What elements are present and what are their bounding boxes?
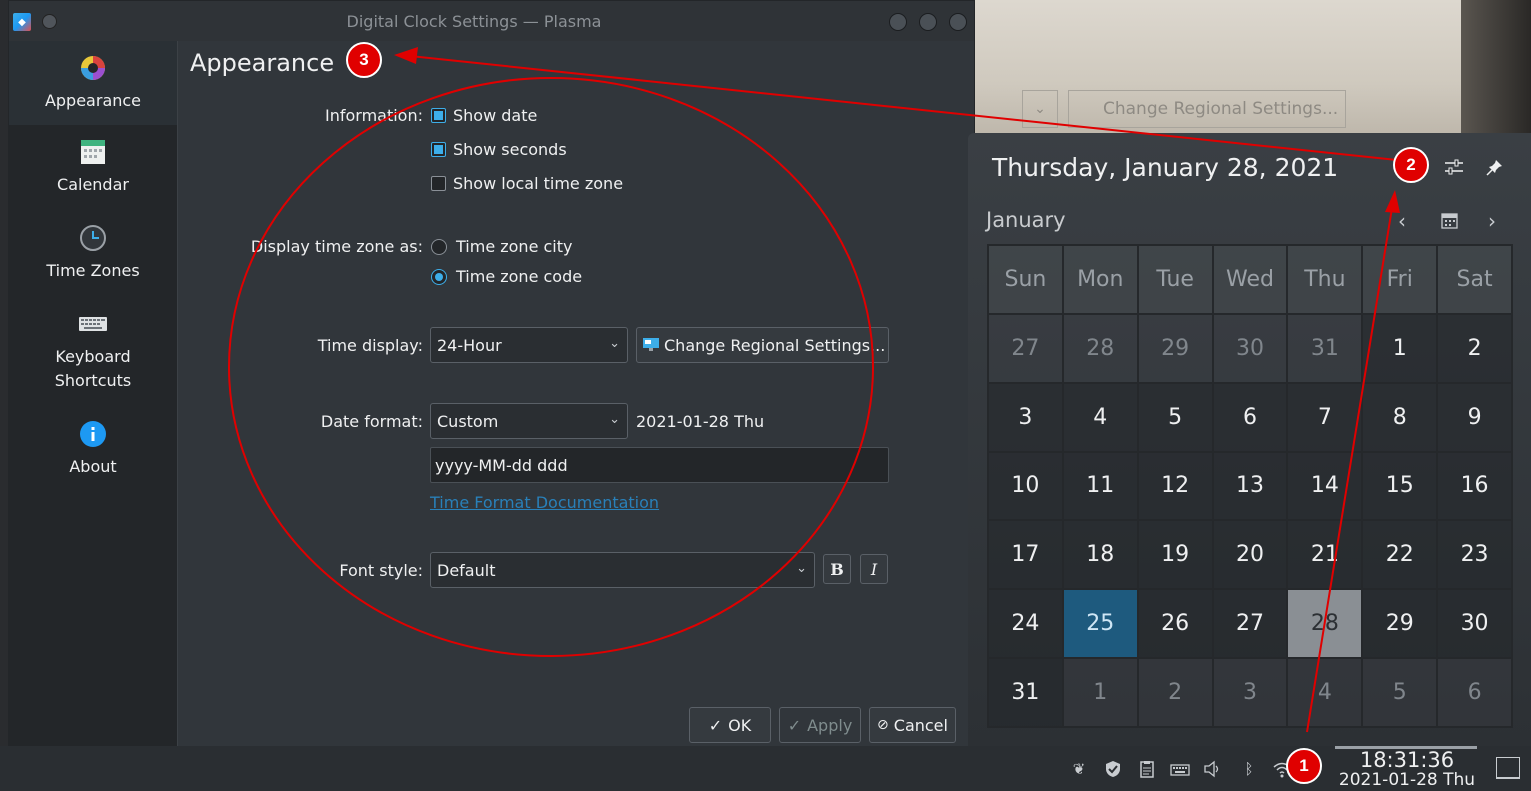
annotation-arrow-1-to-2 — [1306, 207, 1393, 733]
annotation-arrow-2-to-3 — [409, 55, 1398, 161]
annotation-arrowhead-3 — [394, 47, 418, 64]
annotation-overlay — [228, 47, 1400, 733]
annotation-badge-2: 2 — [1393, 147, 1429, 183]
annotation-badge-1: 1 — [1286, 748, 1322, 784]
annotation-ellipse — [228, 77, 874, 657]
annotation-arrowhead-2 — [1385, 190, 1400, 213]
annotation-badge-3: 3 — [346, 42, 382, 78]
